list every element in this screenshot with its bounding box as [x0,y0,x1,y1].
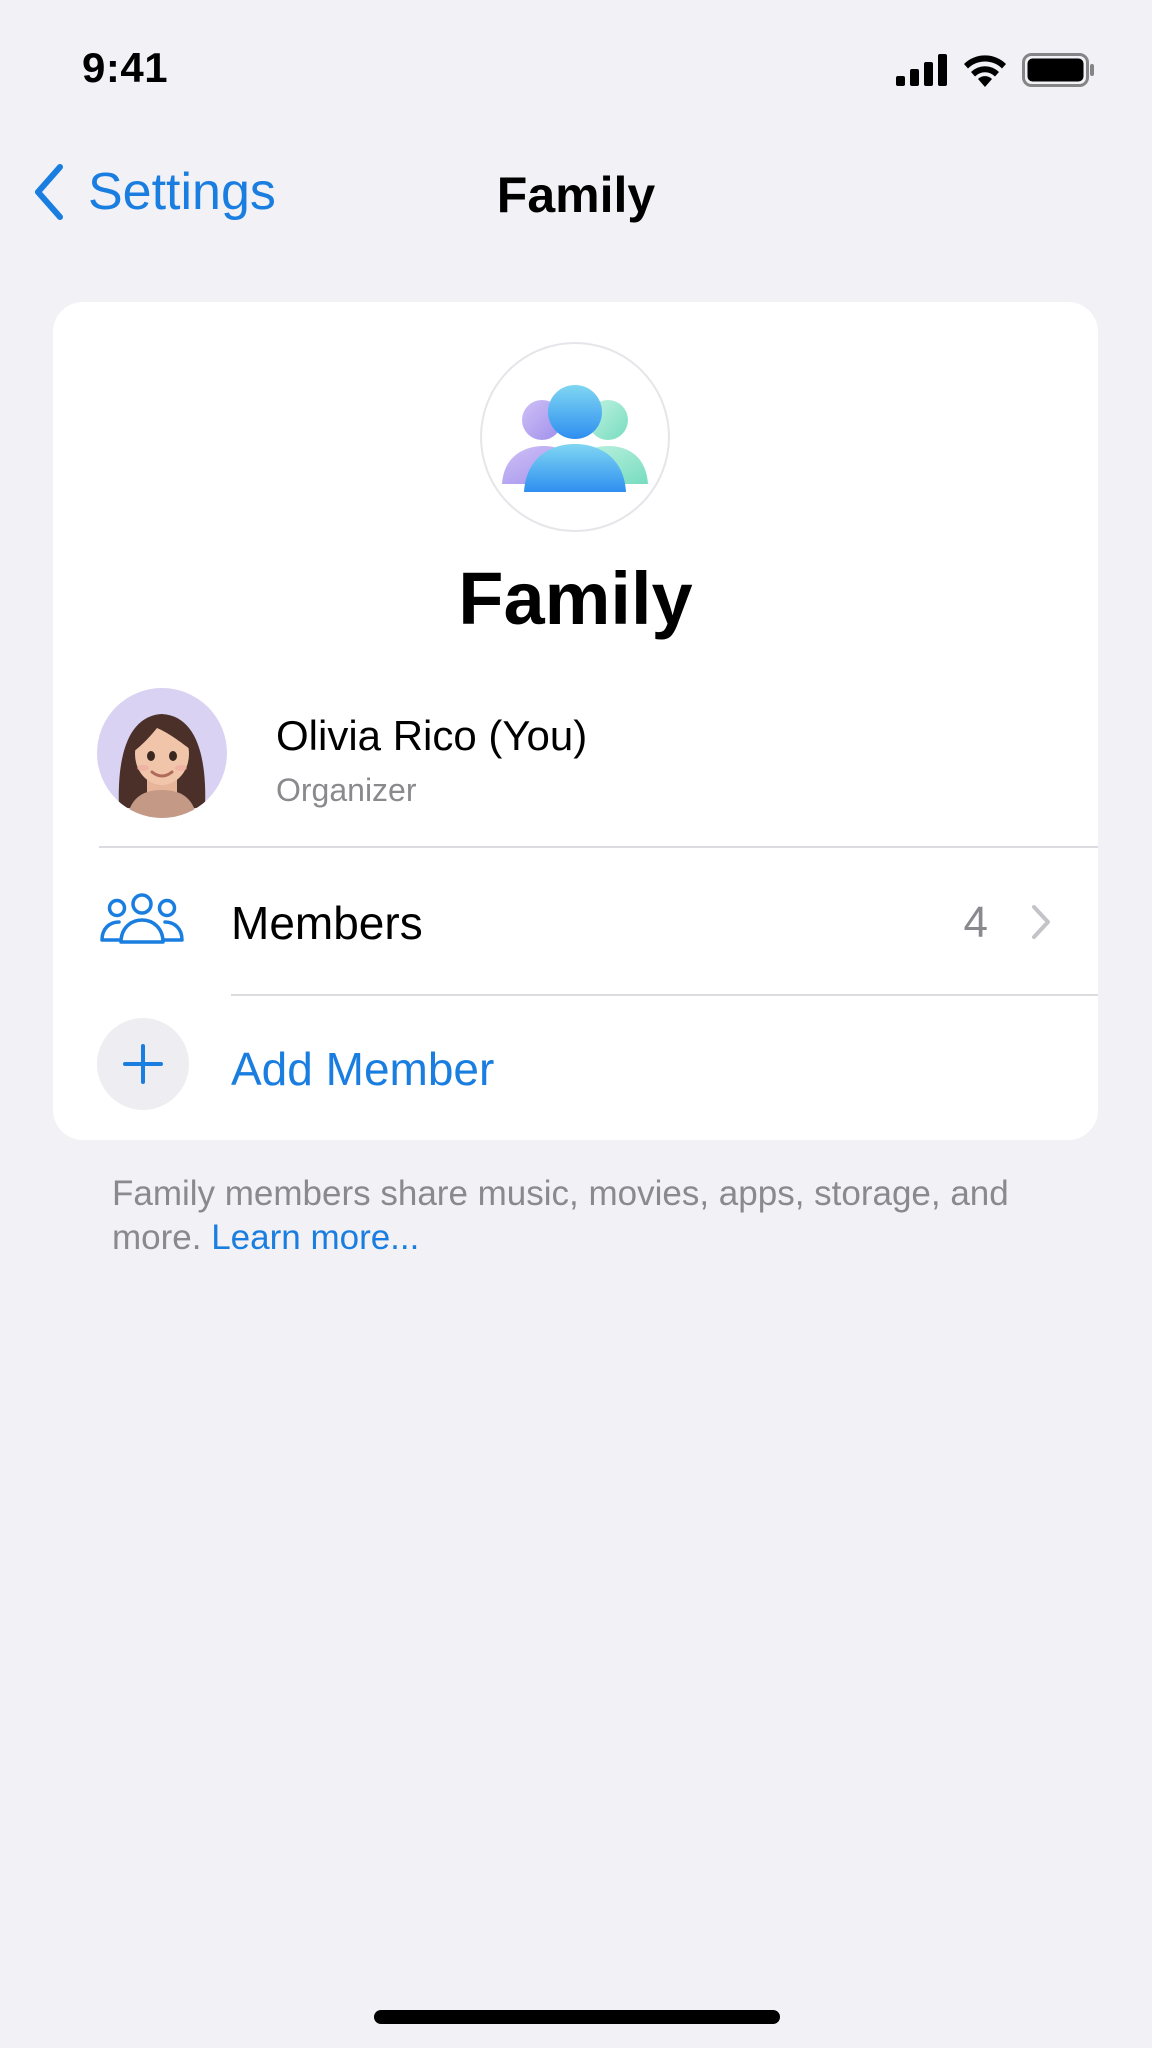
organizer-role: Organizer [276,772,417,808]
avatar [97,688,227,818]
navigation-bar: Settings Family [0,150,1152,240]
footer-text: Family members share music, movies, apps… [112,1172,1032,1260]
organizer-row[interactable]: Olivia Rico (You) Organizer [53,688,1098,848]
family-card: Family Olivia Rico (You) Organizer Membe… [53,302,1098,1140]
family-icon [480,342,670,532]
status-bar: 9:41 [0,0,1152,140]
family-group-icon [502,385,648,492]
status-time: 9:41 [82,44,169,91]
card-title: Family [458,557,693,640]
divider [99,846,1098,848]
add-member-label: Add Member [231,1043,495,1095]
nav-title: Family [496,167,656,223]
learn-more-link[interactable]: Learn more... [211,1218,419,1257]
members-count: 4 [963,898,988,947]
plus-icon [123,1044,163,1084]
people-icon [100,893,184,944]
members-row[interactable]: Members 4 [53,850,1098,996]
wifi-icon [964,55,1006,87]
battery-icon [1022,53,1094,87]
chevron-right-icon [1032,905,1050,939]
add-member-row[interactable]: Add Member [53,998,1098,1140]
members-label: Members [231,897,423,949]
home-indicator[interactable] [374,2010,780,2024]
status-icons [896,50,1096,90]
cellular-signal-icon [896,54,947,86]
add-member-button[interactable] [97,1018,189,1110]
organizer-name: Olivia Rico (You) [276,712,588,759]
divider [231,994,1098,996]
memoji-avatar-icon [118,714,206,818]
